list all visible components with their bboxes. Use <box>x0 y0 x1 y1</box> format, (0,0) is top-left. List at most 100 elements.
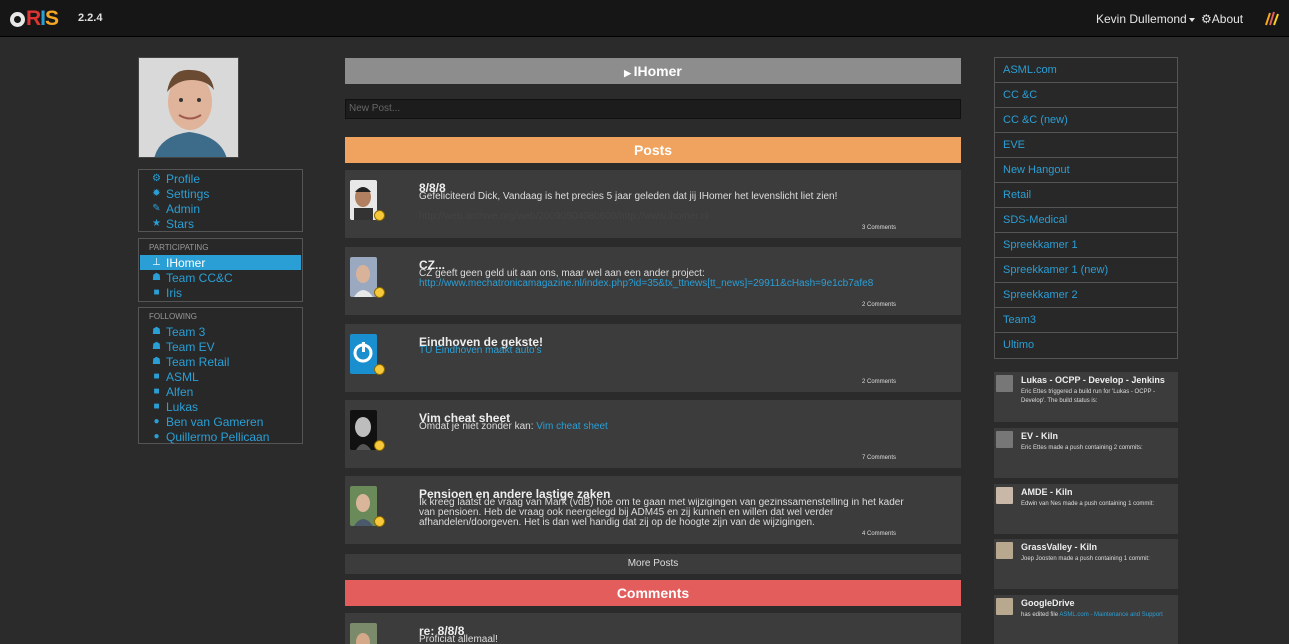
item-label: ASML <box>166 369 199 384</box>
post-text: Omdat je niet zonder kan: <box>419 421 537 432</box>
room-link[interactable]: Spreekkamer 1 (new) <box>995 258 1177 283</box>
following-item-alfen[interactable]: ■ Alfen <box>139 384 302 399</box>
post-text: Gefeliciteerd Dick, Vandaag is het preci… <box>419 191 838 202</box>
post-author-avatar <box>350 334 377 374</box>
room-link[interactable]: EVE <box>995 133 1177 158</box>
activity-avatar <box>996 431 1013 448</box>
gears-icon: ⚙ <box>152 173 161 184</box>
comment-count[interactable]: 2 Comments <box>862 302 896 308</box>
following-item-team-ev[interactable]: ☗ Team EV <box>139 339 302 354</box>
post-link[interactable]: http://web.archive.org/web/2009050408060… <box>419 211 709 222</box>
following-item-quillermo-pellicaan[interactable]: ● Quillermo Pellicaan <box>139 429 302 444</box>
post-card[interactable]: Pensioen en andere lastige zaken Ik kree… <box>345 476 961 544</box>
participating-item-team-ccc[interactable]: ☗ Team CC&C <box>139 270 302 285</box>
following-item-lukas[interactable]: ■ Lukas <box>139 399 302 414</box>
comment-card[interactable]: re: 8/8/8 Proficiat allemaal! <box>345 613 961 644</box>
menu-item-settings[interactable]: ✹ Settings <box>139 186 302 201</box>
room-link[interactable]: CC &C (new) <box>995 108 1177 133</box>
room-link[interactable]: SDS-Medical <box>995 208 1177 233</box>
about-label: About <box>1211 12 1244 26</box>
activity-text: Eric Ettes made a push containing 2 comm… <box>1021 445 1143 451</box>
following-item-ben-van-gameren[interactable]: ● Ben van Gameren <box>139 414 302 429</box>
item-label: IHomer <box>166 255 206 270</box>
smiley-icon <box>374 516 385 527</box>
comment-count[interactable]: 3 Comments <box>862 225 896 231</box>
post-card[interactable]: Eindhoven de gekste! TU Eindhoven maakt … <box>345 324 961 392</box>
user-icon: ● <box>153 431 160 442</box>
activity-avatar <box>996 542 1013 559</box>
group-title-bar[interactable]: ▶ IHomer <box>345 58 961 84</box>
activity-title: EV - Kiln <box>1021 431 1059 441</box>
activity-text: Joep Joosten made a push containing 1 co… <box>1021 556 1150 562</box>
profile-photo[interactable] <box>138 57 239 158</box>
briefcase-icon: ■ <box>153 371 160 382</box>
post-card[interactable]: CZ... CZ geeft geen geld uit aan ons, ma… <box>345 247 961 315</box>
logo-text: RIS <box>26 7 59 30</box>
activity-title: GoogleDrive <box>1021 598 1075 608</box>
sitemap-icon: ⊥ <box>152 257 161 268</box>
following-header: FOLLOWING <box>149 312 198 321</box>
comments-header: Comments <box>345 580 961 606</box>
activity-item[interactable]: GrassValley - Kiln Joep Joosten made a p… <box>994 539 1178 589</box>
menu-item-stars[interactable]: ★ Stars <box>139 216 302 231</box>
room-link[interactable]: ASML.com <box>995 58 1177 83</box>
room-link[interactable]: Team3 <box>995 308 1177 333</box>
item-label: Team EV <box>166 339 215 354</box>
posts-header: Posts <box>345 137 961 163</box>
room-link[interactable]: Spreekkamer 2 <box>995 283 1177 308</box>
iris-logo[interactable]: RIS <box>10 7 59 30</box>
participating-item-iris[interactable]: ■ Iris <box>139 285 302 300</box>
logo-o-icon <box>10 11 25 27</box>
post-author-avatar <box>350 410 377 450</box>
activity-avatar <box>996 487 1013 504</box>
activity-link[interactable]: ASML.com - Maintenance and Support <box>1059 612 1162 618</box>
post-link[interactable]: http://www.mechatronicamagazine.nl/index… <box>419 278 873 289</box>
about-link[interactable]: ⚙About <box>1201 12 1243 26</box>
briefcase-icon: ■ <box>153 386 160 397</box>
menu-label: Stars <box>166 216 195 231</box>
room-link[interactable]: Ultimo <box>995 333 1177 358</box>
activity-item[interactable]: Lukas - OCPP - Develop - Jenkins Eric Et… <box>994 372 1178 422</box>
room-link[interactable]: New Hangout <box>995 158 1177 183</box>
item-label: Team 3 <box>166 324 206 339</box>
participating-item-ihomer[interactable]: ⊥ IHomer <box>140 255 301 270</box>
user-menu[interactable]: Kevin Dullemond <box>1096 12 1195 26</box>
post-card[interactable]: 8/8/8 Gefeliciteerd Dick, Vandaag is het… <box>345 170 961 238</box>
post-body: CZ geeft geen geld uit aan ons, maar wel… <box>419 269 919 289</box>
new-post-input[interactable]: New Post... <box>345 99 961 119</box>
item-label: Iris <box>166 285 182 300</box>
group-icon: ☗ <box>152 341 161 352</box>
activity-item[interactable]: GoogleDrive has edited file ASML.com - M… <box>994 595 1178 644</box>
activity-item[interactable]: EV - Kiln Eric Ettes made a push contain… <box>994 428 1178 478</box>
item-label: Lukas <box>166 399 199 414</box>
activity-title: Lukas - OCPP - Develop - Jenkins <box>1021 375 1165 385</box>
menu-label: Settings <box>166 186 210 201</box>
post-link[interactable]: Vim cheat sheet <box>536 421 608 432</box>
menu-item-admin[interactable]: ✎ Admin <box>139 201 302 216</box>
more-posts-button[interactable]: More Posts <box>345 554 961 574</box>
user-name: Kevin Dullemond <box>1096 12 1187 26</box>
item-label: Quillermo Pellicaan <box>166 429 270 444</box>
activity-item[interactable]: AMDE - Kiln Edwin van Nes made a push co… <box>994 484 1178 534</box>
activity-title: AMDE - Kiln <box>1021 487 1073 497</box>
following-box: FOLLOWING ☗ Team 3 ☗ Team EV ☗ Team Retail … <box>138 307 303 444</box>
post-author-avatar <box>350 257 377 297</box>
comment-count[interactable]: 2 Comments <box>862 379 896 385</box>
following-item-team-3[interactable]: ☗ Team 3 <box>139 324 302 339</box>
smiley-icon <box>374 440 385 451</box>
rooms-list: ASML.com CC &C CC &C (new) EVE New Hango… <box>994 57 1178 359</box>
feed-icon[interactable] <box>1264 9 1280 27</box>
room-link[interactable]: Retail <box>995 183 1177 208</box>
comment-count[interactable]: 7 Comments <box>862 455 896 461</box>
following-item-team-retail[interactable]: ☗ Team Retail <box>139 354 302 369</box>
room-link[interactable]: CC &C <box>995 83 1177 108</box>
comment-count[interactable]: 4 Comments <box>862 531 896 537</box>
menu-item-profile[interactable]: ⚙ Profile <box>139 171 302 186</box>
room-link[interactable]: Spreekkamer 1 <box>995 233 1177 258</box>
following-item-asml[interactable]: ■ ASML <box>139 369 302 384</box>
item-label: Team Retail <box>166 354 230 369</box>
wrench-icon: ✎ <box>152 203 161 214</box>
post-card[interactable]: Vim cheat sheet Omdat je niet zonder kan… <box>345 400 961 468</box>
post-link[interactable]: TU Eindhoven maakt auto's <box>419 345 542 356</box>
post-body: TU Eindhoven maakt auto's <box>419 346 919 356</box>
